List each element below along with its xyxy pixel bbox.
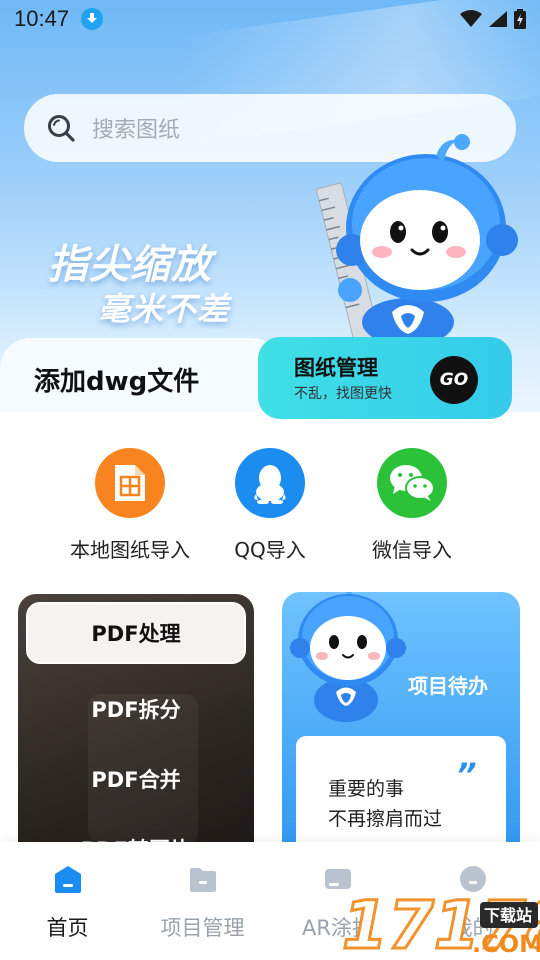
wechat-icon [377, 448, 447, 518]
search-input[interactable]: 搜索图纸 [92, 112, 180, 144]
todo-note-line-2: 不再擦肩而过 [328, 808, 443, 830]
project-todo-card[interactable]: 项目待办 ” 重要的事 不再擦肩而过 [282, 592, 520, 862]
site-watermark: 17178 .COM 下载站 [341, 886, 540, 960]
project-todo-title: 项目待办 [408, 674, 488, 698]
quick-action-label: 本地图纸导入 [70, 538, 190, 562]
tab-project-management[interactable]: 项目管理 [135, 864, 270, 942]
go-button[interactable]: GO [430, 356, 478, 404]
download-notification-icon [81, 8, 104, 30]
wifi-icon [460, 10, 482, 27]
quick-action-label: 微信导入 [372, 538, 452, 562]
tab-label: 项目管理 [160, 916, 245, 940]
quick-action-qq-import[interactable]: QQ导入 [200, 448, 340, 563]
quick-action-wechat-import[interactable]: 微信导入 [342, 448, 482, 563]
quick-action-label: QQ导入 [234, 538, 306, 562]
status-time: 10:47 [14, 6, 70, 31]
mascot-illustration [316, 134, 518, 342]
qq-icon [235, 448, 305, 518]
drawing-management-subtitle: 不乱，找图更快 [294, 386, 392, 402]
signal-icon [489, 11, 507, 27]
folder-icon [189, 868, 216, 892]
status-icons [460, 9, 526, 29]
tab-label: 首页 [46, 916, 89, 940]
home-icon [54, 866, 81, 893]
status-bar: 10:47 [0, 0, 540, 38]
pdf-tools-panel: PDF处理 PDF拆分 PDF合并 PDF转图片 [18, 594, 254, 864]
file-import-icon [95, 448, 165, 518]
tab-home[interactable]: 首页 [0, 864, 135, 942]
banner-slogan-1: 指尖缩放 [48, 242, 212, 288]
mascot-illustration [290, 592, 406, 722]
watermark-badge: 下载站 [484, 906, 532, 925]
pdf-merge-button[interactable]: PDF合并 [18, 764, 254, 794]
search-icon [48, 115, 75, 142]
quick-action-local-import[interactable]: 本地图纸导入 [60, 448, 200, 563]
battery-icon [514, 9, 526, 29]
banner-slogan-2: 毫米不差 [98, 290, 231, 328]
add-file-title[interactable]: 添加dwg文件 [34, 361, 199, 398]
todo-note-line-1: 重要的事 [328, 778, 405, 800]
pdf-process-button[interactable]: PDF处理 [26, 602, 246, 664]
pdf-split-button[interactable]: PDF拆分 [18, 694, 254, 724]
drawing-management-title: 图纸管理 [294, 356, 378, 380]
quote-mark-icon: ” [456, 756, 477, 794]
watermark-domain: .COM [472, 930, 540, 958]
